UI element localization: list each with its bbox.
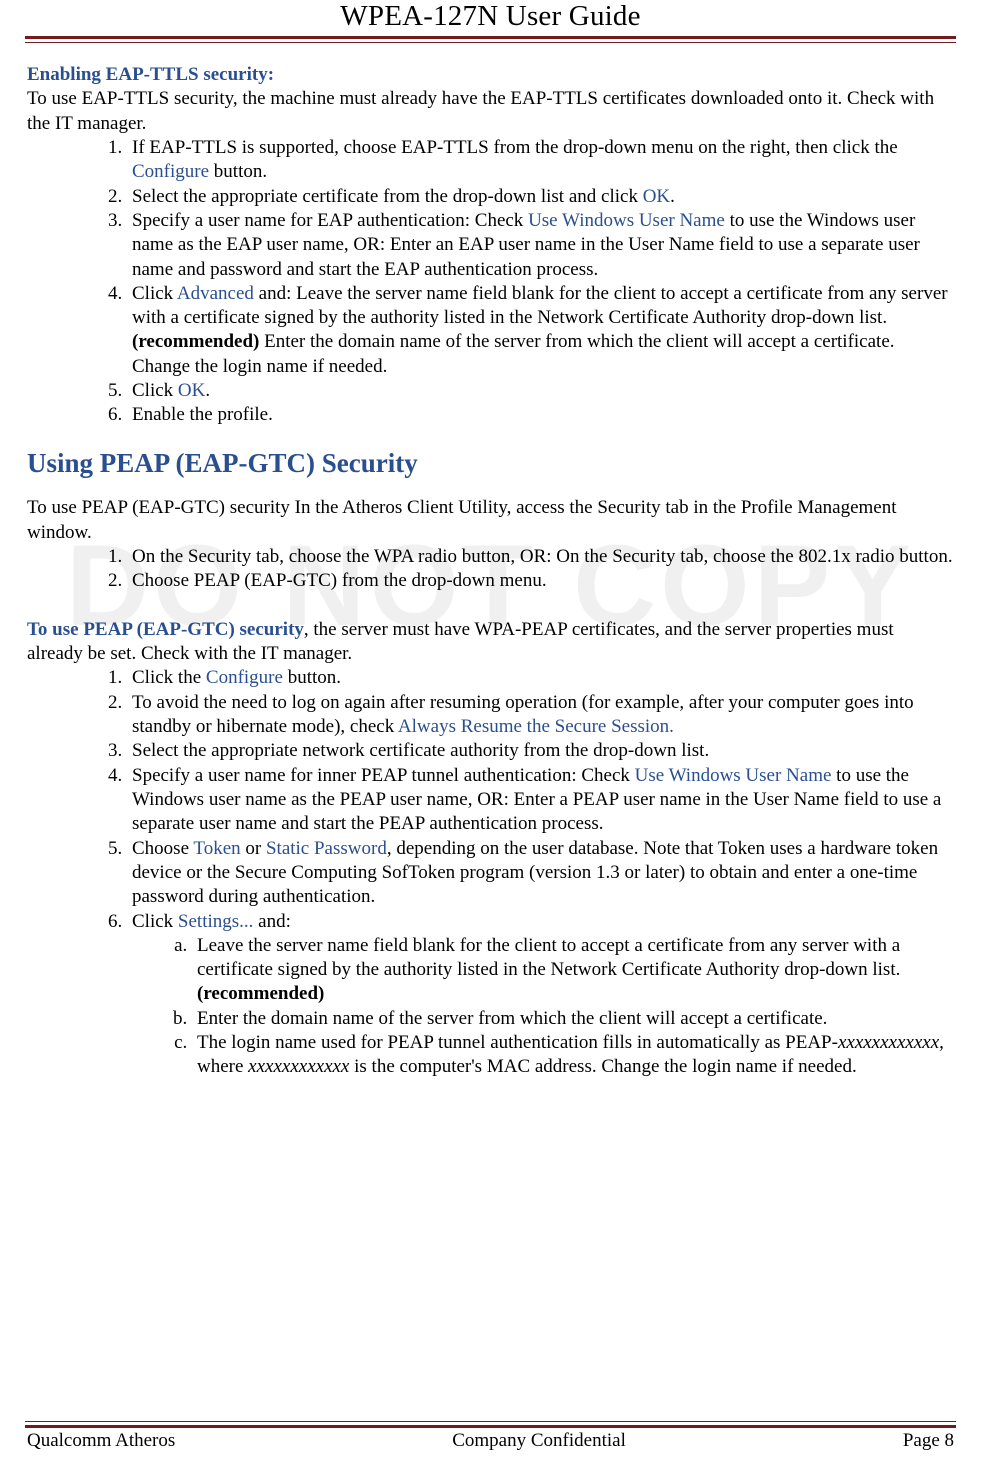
link-advanced: Advanced: [177, 283, 254, 304]
recommended-label: (recommended): [132, 331, 259, 352]
list-item: Choose PEAP (EAP-GTC) from the drop-down…: [127, 569, 954, 593]
list-item: Enter the domain name of the server from…: [192, 1007, 954, 1031]
section2-list: On the Security tab, choose the WPA radi…: [27, 545, 954, 594]
section1-list: If EAP-TTLS is supported, choose EAP-TTL…: [27, 136, 954, 428]
section1-intro: To use EAP-TTLS security, the machine mu…: [27, 88, 934, 133]
section3-list: Click the Configure button. To avoid the…: [27, 666, 954, 1079]
section2-intro: To use PEAP (EAP-GTC) security In the At…: [27, 496, 954, 545]
list-item: The login name used for PEAP tunnel auth…: [192, 1031, 954, 1080]
list-item: Enable the profile.: [127, 403, 954, 427]
link-configure: Configure: [206, 667, 283, 688]
list-item: Click the Configure button.: [127, 666, 954, 690]
footer-center: Company Confidential: [452, 1430, 626, 1452]
section-heading-peap: Using PEAP (EAP-GTC) Security: [27, 446, 954, 481]
list-item: Specify a user name for inner PEAP tunne…: [127, 764, 954, 837]
list-item: To avoid the need to log on again after …: [127, 691, 954, 740]
list-item: Click Settings... and: Leave the server …: [127, 910, 954, 1080]
section3-sublist: Leave the server name field blank for th…: [132, 934, 954, 1080]
mac-placeholder: xxxxxxxxxxxx: [838, 1032, 939, 1053]
list-item: Click OK.: [127, 379, 954, 403]
list-item: Choose Token or Static Password, dependi…: [127, 837, 954, 910]
link-token: Token: [193, 838, 240, 859]
footer: Qualcomm Atheros Company Confidential Pa…: [25, 1430, 956, 1452]
list-item: Click Advanced and: Leave the server nam…: [127, 282, 954, 379]
list-item: Select the appropriate certificate from …: [127, 185, 954, 209]
list-item: On the Security tab, choose the WPA radi…: [127, 545, 954, 569]
list-item: Leave the server name field blank for th…: [192, 934, 954, 1007]
page-title: WPEA-127N User Guide: [25, 0, 956, 36]
header-rule: [25, 36, 956, 43]
section-heading-ttls: Enabling EAP-TTLS security:: [27, 64, 274, 85]
list-item: Select the appropriate network certifica…: [127, 739, 954, 763]
body-content: Enabling EAP-TTLS security: To use EAP-T…: [25, 63, 956, 1080]
recommended-label: (recommended): [197, 983, 324, 1004]
link-ok: OK: [178, 380, 205, 401]
mac-placeholder: xxxxxxxxxxxx: [248, 1056, 349, 1077]
footer-left: Qualcomm Atheros: [27, 1430, 175, 1452]
link-settings: Settings...: [178, 911, 253, 932]
link-configure: Configure: [132, 161, 209, 182]
link-use-windows-user-name: Use Windows User Name: [635, 765, 832, 786]
link-ok: OK: [643, 186, 670, 207]
list-item: If EAP-TTLS is supported, choose EAP-TTL…: [127, 136, 954, 185]
link-static-password: Static Password: [266, 838, 387, 859]
footer-rule: [25, 1421, 956, 1428]
list-item: Specify a user name for EAP authenticati…: [127, 209, 954, 282]
footer-right: Page 8: [903, 1430, 954, 1452]
section-heading-peap-use: To use PEAP (EAP-GTC) security: [27, 619, 304, 640]
link-always-resume: Always Resume the Secure Session.: [398, 716, 674, 737]
link-use-windows-user-name: Use Windows User Name: [528, 210, 725, 231]
